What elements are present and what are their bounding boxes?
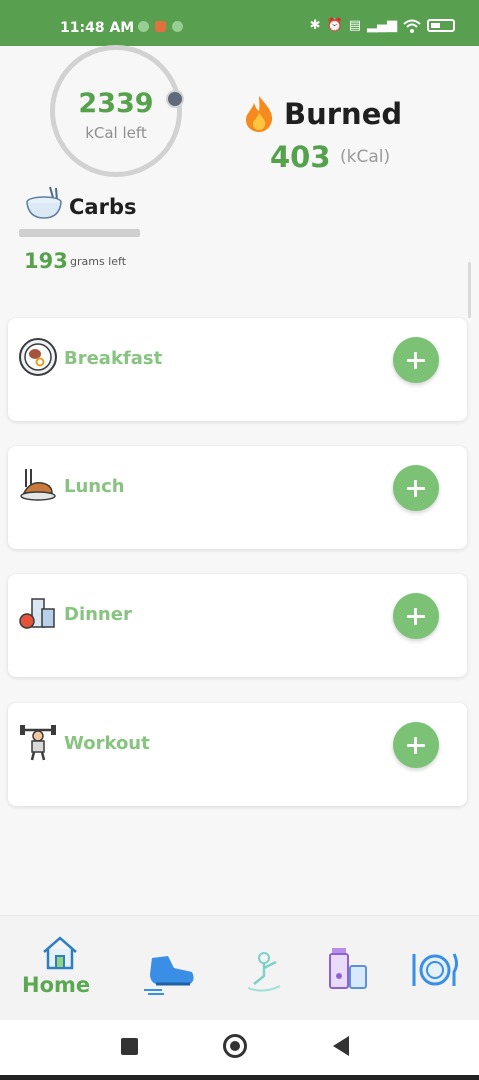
add-dinner-button[interactable] bbox=[393, 593, 439, 639]
meal-label-dinner: Dinner bbox=[64, 604, 132, 625]
add-breakfast-button[interactable] bbox=[393, 337, 439, 383]
burned-title: Burned bbox=[284, 97, 403, 131]
status-time: 11:48 AM bbox=[60, 20, 135, 36]
meal-card-dinner[interactable]: Dinner bbox=[8, 574, 467, 677]
alarm-icon: ⏰ bbox=[326, 18, 343, 33]
status-notification-icons bbox=[138, 21, 183, 32]
lunch-chicken-icon bbox=[20, 469, 56, 501]
nav-exercise[interactable] bbox=[238, 934, 298, 1004]
meal-card-breakfast[interactable]: Breakfast bbox=[8, 318, 467, 421]
kcal-left-value: 2339 bbox=[78, 88, 154, 119]
recording-icon bbox=[155, 21, 166, 32]
rice-bowl-icon bbox=[26, 186, 62, 219]
volte-icon: ▤ bbox=[348, 18, 361, 33]
stretch-icon bbox=[247, 952, 281, 992]
meal-card-workout[interactable]: Workout bbox=[8, 703, 467, 806]
burned-value: 403 bbox=[270, 140, 331, 174]
burned-unit: (kCal) bbox=[340, 147, 391, 167]
plate-cutlery-icon bbox=[412, 953, 458, 986]
signal-icon: ▂▄▆ bbox=[367, 18, 397, 33]
breakfast-plate-icon bbox=[19, 338, 57, 376]
carbs-progress-bar bbox=[19, 229, 140, 237]
meal-label-breakfast: Breakfast bbox=[64, 348, 163, 369]
dinner-groceries-icon bbox=[19, 598, 55, 629]
kcal-left-unit: kCal left bbox=[85, 124, 147, 142]
back-button[interactable] bbox=[333, 1036, 349, 1056]
carbs-value: 193 bbox=[24, 249, 68, 273]
add-lunch-button[interactable] bbox=[393, 465, 439, 511]
notification-dot-icon bbox=[172, 21, 183, 32]
meal-label-lunch: Lunch bbox=[64, 476, 125, 497]
kcal-ring: 2339 kCal left bbox=[50, 45, 184, 177]
bluetooth-icon: ✱ bbox=[309, 18, 321, 33]
running-shoe-icon bbox=[144, 956, 194, 995]
weightlifter-icon bbox=[20, 725, 56, 761]
whatsapp-icon bbox=[138, 21, 149, 32]
home-icon bbox=[43, 936, 77, 970]
scrollbar[interactable] bbox=[468, 262, 471, 318]
carbs-unit: grams left bbox=[70, 255, 127, 268]
meal-card-lunch[interactable]: Lunch bbox=[8, 446, 467, 549]
add-workout-button[interactable] bbox=[393, 722, 439, 768]
nav-meals[interactable] bbox=[408, 934, 468, 1004]
screen-bottom-edge bbox=[0, 1075, 479, 1080]
home-button[interactable] bbox=[223, 1034, 247, 1058]
drinks-icon bbox=[329, 948, 367, 989]
bottom-navigation: Home bbox=[0, 915, 479, 1020]
nav-activity[interactable] bbox=[142, 934, 202, 1004]
status-system-icons: ✱ ⏰ ▤ ▂▄▆ bbox=[310, 18, 455, 33]
meal-label-workout: Workout bbox=[64, 733, 150, 754]
carbs-title: Carbs bbox=[69, 195, 137, 219]
wifi-icon bbox=[403, 19, 421, 33]
battery-icon bbox=[427, 19, 455, 32]
nav-home-label[interactable]: Home bbox=[22, 973, 90, 997]
flame-icon bbox=[246, 96, 273, 132]
nav-drinks[interactable] bbox=[320, 934, 380, 1004]
recents-button[interactable] bbox=[121, 1038, 138, 1055]
status-bar: 11:48 AM ✱ ⏰ ▤ ▂▄▆ bbox=[0, 0, 479, 46]
